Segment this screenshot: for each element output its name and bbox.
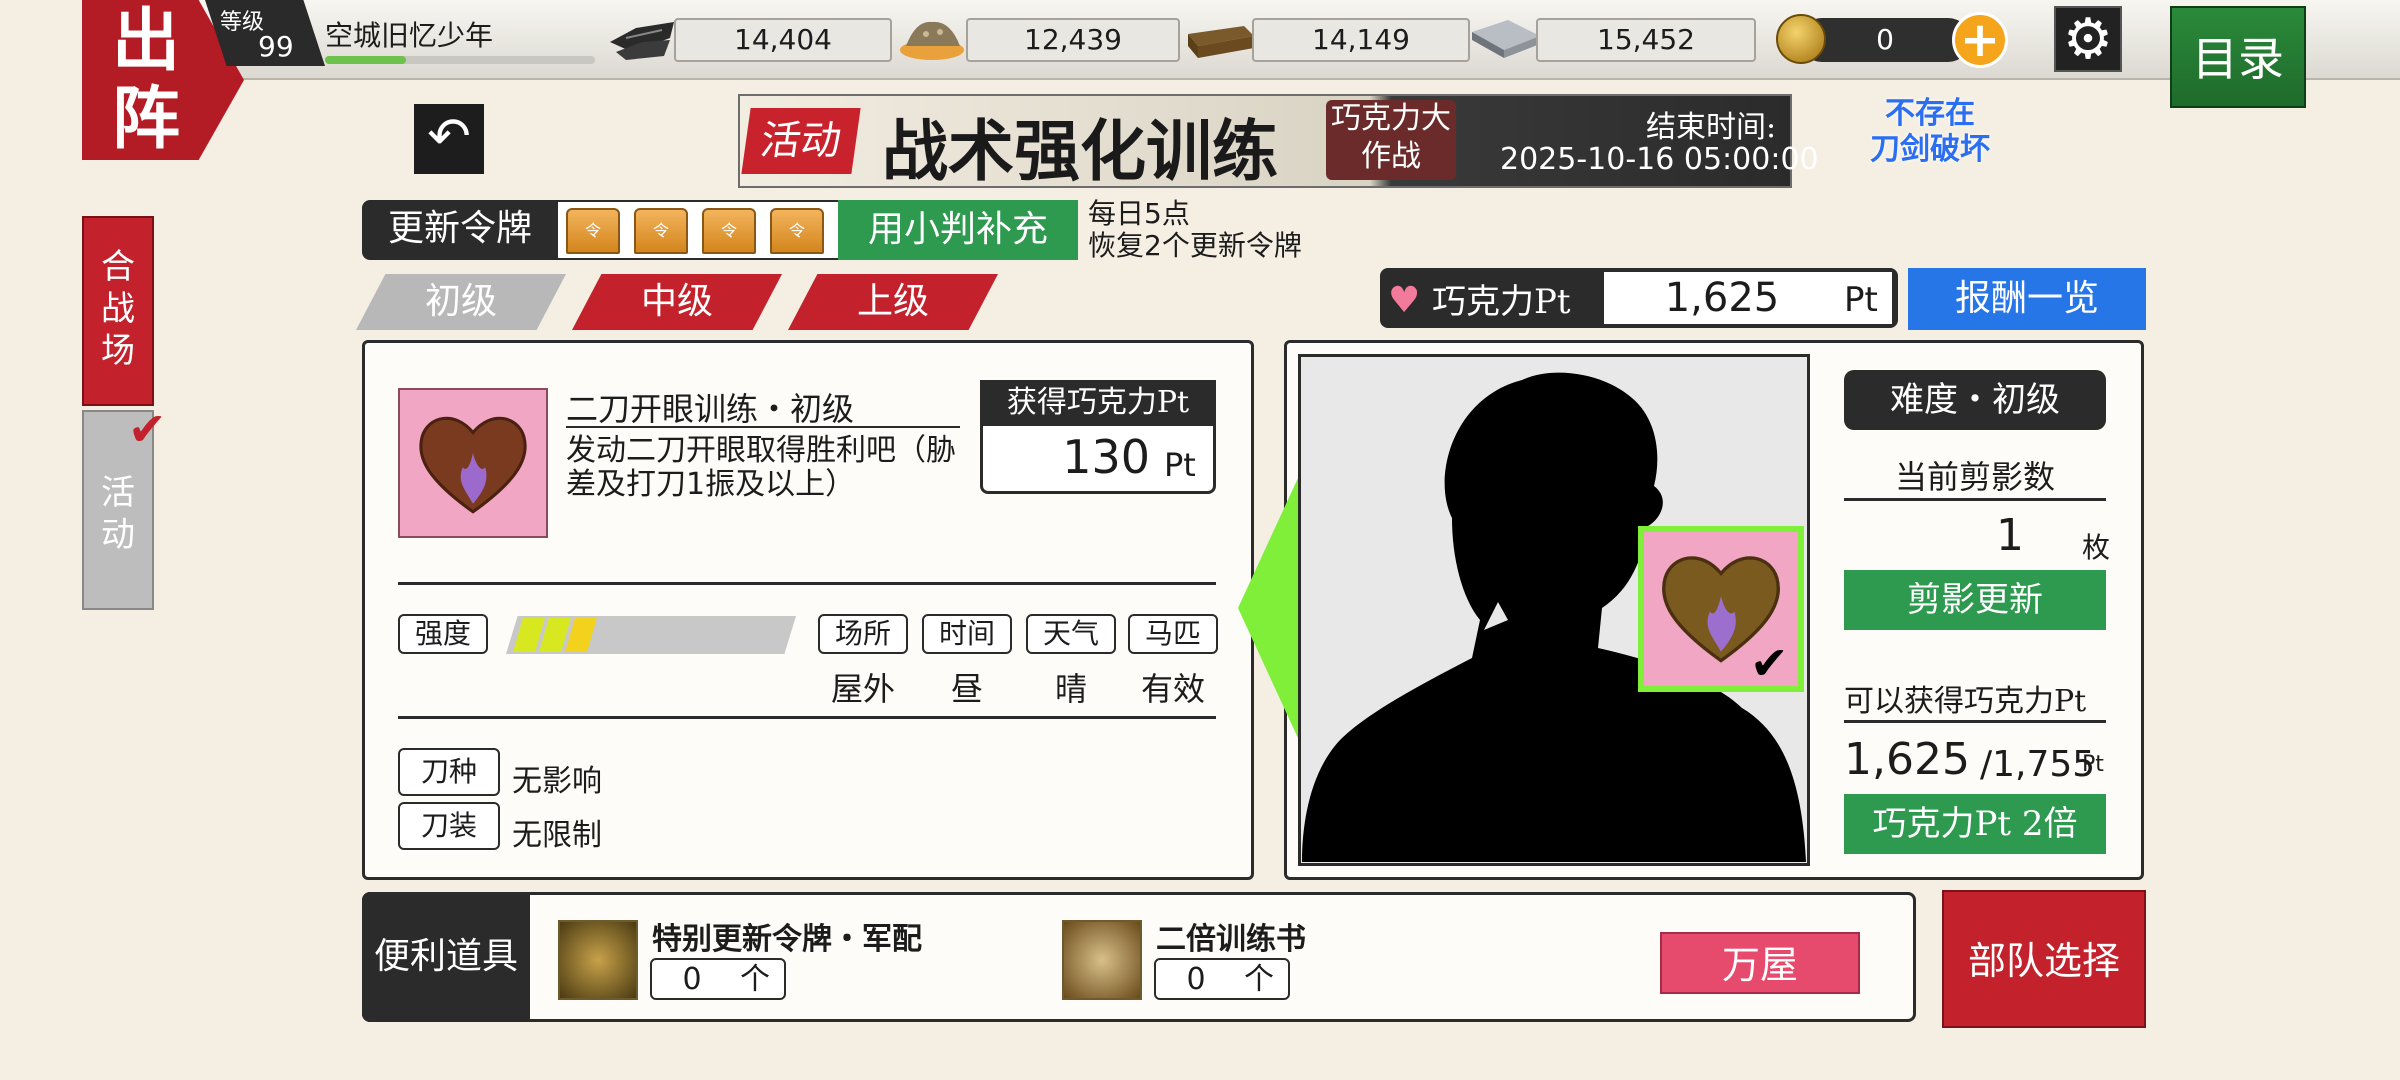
mission-description: 发动二刀开眼取得胜利吧（胁差及打刀1振及以上） — [566, 433, 956, 502]
points-label: 巧克力Pt — [1432, 282, 1571, 322]
active-check-icon: ✔ — [128, 402, 167, 456]
refresh-token-icon: 令 — [702, 208, 756, 254]
tab-advanced[interactable]: 上级 — [788, 274, 998, 330]
tool-name: 特别更新令牌・军配 — [652, 922, 922, 957]
refresh-token-icon: 令 — [566, 208, 620, 254]
refill-tokens-button[interactable]: 用小判补充 — [838, 200, 1078, 260]
back-button[interactable]: ↶ — [414, 104, 484, 174]
points-unit: Pt — [1844, 280, 1878, 320]
tool-unit: 个 — [740, 962, 770, 997]
sword-type-value: 无影响 — [512, 764, 602, 799]
condition-location-label: 场所 — [818, 614, 908, 654]
refresh-token-icon: 令 — [770, 208, 824, 254]
charcoal-icon — [610, 22, 674, 60]
tool-count-box: 0 个 — [650, 958, 786, 1000]
token-note: 每日5点 恢复2个更新令牌 — [1088, 197, 1302, 262]
condition-weather-label: 天气 — [1026, 614, 1116, 654]
tab-beginner[interactable]: 初级 — [356, 274, 566, 330]
tool-count: 0 — [1186, 962, 1206, 997]
add-coins-button[interactable]: + — [1952, 12, 2008, 68]
gain-points-value: 130 — [1062, 430, 1150, 484]
tool-count-box: 0 个 — [1154, 958, 1290, 1000]
end-time-value: 2025-10-16 05:00:00 — [1500, 142, 1819, 177]
double-training-book-icon — [1062, 920, 1142, 1000]
gain-points-unit: Pt — [1164, 446, 1196, 484]
divider — [1844, 720, 2106, 723]
condition-time-value: 昼 — [950, 670, 983, 708]
steel-count: 15,452 — [1536, 18, 1756, 62]
sword-type-label: 刀种 — [398, 748, 500, 796]
divider — [398, 582, 1216, 585]
check-icon: ✔ — [1750, 636, 1789, 690]
whetstone-icon — [900, 21, 964, 60]
double-points-button[interactable]: 巧克力Pt 2倍 — [1844, 794, 2106, 854]
tool-unit: 个 — [1244, 962, 1274, 997]
banner-subtitle: 巧克力大作战 — [1326, 100, 1456, 180]
banner-title: 战术强化训练 — [882, 112, 1278, 190]
tab-intermediate[interactable]: 中级 — [572, 274, 782, 330]
koban-coin-icon — [1776, 14, 1826, 64]
player-name: 空城旧忆少年 — [325, 19, 494, 52]
refresh-silhouette-button[interactable]: 剪影更新 — [1844, 570, 2106, 630]
heart-icon: ♥ — [1388, 280, 1421, 321]
no-break-stamp: 不存在 刀剑破坏 — [1870, 96, 1990, 167]
level-value: 99 — [258, 30, 294, 63]
tab-battlefield[interactable]: 合 战 场 — [82, 216, 154, 406]
tool-count: 0 — [682, 962, 702, 997]
mission-title: 二刀开眼训练・初级 — [566, 390, 855, 428]
condition-horse-value: 有效 — [1140, 670, 1205, 708]
sortie-label: 出阵 — [111, 1, 180, 159]
charcoal-count: 14,404 — [674, 18, 892, 62]
condition-location-value: 屋外 — [830, 670, 895, 708]
available-points-label: 可以获得巧克力Pt — [1844, 684, 2087, 719]
available-points-value: 1,625 — [1844, 734, 1970, 785]
settings-gear-icon[interactable]: ⚙ — [2054, 6, 2122, 72]
condition-weather-value: 晴 — [1054, 670, 1087, 708]
chocolate-heart-icon — [419, 416, 527, 514]
available-points-max: /1,755 — [1980, 744, 2096, 785]
steel-icon — [1472, 20, 1540, 58]
cooling-material-icon — [1188, 26, 1254, 58]
menu-button[interactable]: 目录 — [2170, 6, 2306, 108]
equipment-value: 无限制 — [512, 818, 602, 853]
silhouette-count-unit: 枚 — [2082, 531, 2111, 564]
special-token-icon — [558, 920, 638, 1000]
refresh-token-icon: 令 — [634, 208, 688, 254]
divider — [398, 716, 1216, 719]
gain-points-label: 获得巧克力Pt — [980, 380, 1216, 426]
equipment-label: 刀装 — [398, 802, 500, 850]
exp-bar-fill — [325, 56, 406, 64]
whetstone-count: 12,439 — [966, 18, 1180, 62]
banner-event-tag: 活动 — [741, 108, 861, 174]
divider — [566, 426, 960, 428]
token-label: 更新令牌 — [362, 200, 558, 260]
available-points-unit: Pt — [2082, 752, 2104, 777]
points-value: 1,625 — [1664, 275, 1780, 321]
condition-time-label: 时间 — [922, 614, 1012, 654]
silhouette-count-label: 当前剪影数 — [1894, 458, 2055, 496]
cooling-material-count: 14,149 — [1252, 18, 1470, 62]
tool-name: 二倍训练书 — [1156, 922, 1306, 957]
silhouette-count-value: 1 — [1996, 510, 2024, 561]
reward-list-button[interactable]: 报酬一览 — [1908, 268, 2146, 330]
shop-button[interactable]: 万屋 — [1660, 932, 1860, 994]
end-time-label: 结束时间: — [1646, 110, 1777, 145]
team-select-button[interactable]: 部队选择 — [1942, 890, 2146, 1028]
tools-label: 便利道具 — [362, 892, 530, 1022]
intensity-label: 强度 — [398, 614, 488, 654]
difficulty-label: 难度・初级 — [1844, 370, 2106, 430]
divider — [1844, 498, 2106, 501]
condition-horse-label: 马匹 — [1128, 614, 1218, 654]
